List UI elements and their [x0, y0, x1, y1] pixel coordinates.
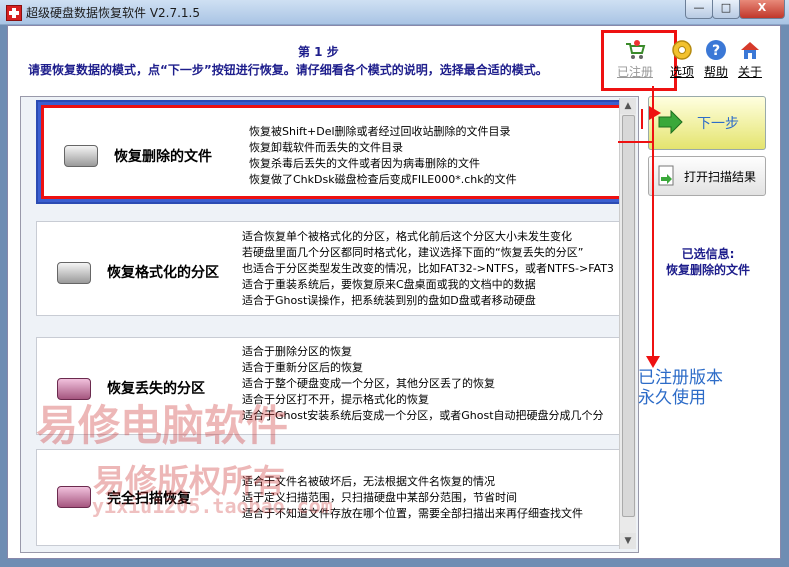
mode-name: 恢复丢失的分区 — [107, 381, 205, 397]
close-button[interactable]: X — [739, 0, 785, 19]
mode-description: 适合恢复单个被格式化的分区，格式化前后这个分区大小未发生变化 若硬盘里面几个分区… — [242, 230, 614, 307]
mode-item-recover-formatted[interactable]: 恢复格式化的分区 适合恢复单个被格式化的分区，格式化前后这个分区大小未发生变化 … — [36, 221, 628, 316]
mode-item-recover-deleted[interactable]: 恢复删除的文件 恢复被Shift+Del删除或者经过回收站删除的文件目录 恢复卸… — [36, 100, 630, 204]
mode-item-recover-lost-partition[interactable]: 恢复丢失的分区 适合于删除分区的恢复 适合于重新分区后的恢复 适合于整个硬盘变成… — [36, 337, 628, 435]
selected-info-label: 已选信息: — [681, 247, 735, 261]
annotation-line-horizontal — [618, 141, 653, 143]
mode-item-full-scan[interactable]: 完全扫描恢复 适合于文件名被破坏后，无法根据文件名恢复的情况 适于定义扫描范围，… — [36, 449, 628, 546]
window-title: 超级硬盘数据恢复软件 V2.7.1.5 — [26, 6, 201, 20]
disk-icon — [57, 262, 91, 284]
annotation-line-short — [641, 109, 643, 129]
help-icon: ? — [706, 40, 726, 60]
options-label: 选项 — [669, 65, 694, 79]
gear-icon — [672, 40, 692, 60]
annotation-line-vertical — [652, 86, 654, 361]
about-button[interactable]: 关于 — [730, 39, 770, 80]
title-bar: 超级硬盘数据恢复软件 V2.7.1.5 — □ X — [0, 0, 789, 25]
next-step-label: 下一步 — [697, 116, 739, 132]
mode-name: 恢复删除的文件 — [114, 149, 212, 165]
document-arrow-icon — [658, 165, 674, 186]
open-scan-results-button[interactable]: 打开扫描结果 — [648, 156, 766, 196]
annotation-arrow-icon — [646, 356, 660, 368]
open-scan-results-label: 打开扫描结果 — [684, 170, 757, 184]
pink-disk-icon — [57, 378, 91, 400]
main-window: 第 1 步 请要恢复数据的模式，点“下一步”按钮进行恢复。请仔细看各个模式的说明… — [7, 25, 781, 559]
disk-icon — [64, 145, 98, 167]
minimize-button[interactable]: — — [685, 0, 713, 19]
mode-description: 适合于删除分区的恢复 适合于重新分区后的恢复 适合于整个硬盘变成一个分区，其他分… — [242, 345, 604, 422]
mode-description: 恢复被Shift+Del删除或者经过回收站删除的文件目录 恢复卸载软件而丢失的文… — [249, 125, 517, 186]
registered-label: 已注册 — [616, 65, 653, 79]
selected-info-value: 恢复删除的文件 — [665, 263, 750, 277]
scroll-thumb[interactable] — [622, 115, 635, 517]
vertical-scrollbar[interactable]: ▲ ▼ — [619, 98, 636, 549]
home-icon — [741, 42, 759, 59]
selected-info: 已选信息: 恢复删除的文件 — [648, 246, 768, 278]
annotation-arrow-right-icon — [649, 106, 661, 120]
next-step-button[interactable]: 下一步 — [648, 96, 766, 150]
scroll-down-icon[interactable]: ▼ — [620, 533, 636, 549]
mode-description: 适合于文件名被破坏后，无法根据文件名恢复的情况 适于定义扫描范围，只扫描硬盘中某… — [242, 475, 583, 520]
step-description: 请要恢复数据的模式，点“下一步”按钮进行恢复。请仔细看各个模式的说明，选择最合适… — [28, 63, 548, 77]
scroll-up-icon[interactable]: ▲ — [620, 98, 636, 114]
step-title: 第 1 步 — [298, 45, 339, 59]
pink-disk-icon — [57, 486, 91, 508]
mode-name: 恢复格式化的分区 — [107, 265, 219, 281]
app-icon — [6, 5, 22, 21]
cart-icon — [626, 40, 646, 59]
help-label: 帮助 — [703, 65, 728, 79]
maximize-button[interactable]: □ — [712, 0, 740, 19]
mode-name: 完全扫描恢复 — [107, 491, 191, 507]
mode-list: 恢复删除的文件 恢复被Shift+Del删除或者经过回收站删除的文件目录 恢复卸… — [20, 96, 639, 553]
svg-text:?: ? — [712, 43, 720, 59]
registered-button[interactable]: 已注册 — [615, 39, 655, 80]
about-label: 关于 — [737, 65, 762, 79]
selected-red-border: 恢复删除的文件 恢复被Shift+Del删除或者经过回收站删除的文件目录 恢复卸… — [41, 105, 625, 199]
registered-version-note: 已注册版本 永久使用 — [638, 368, 723, 408]
